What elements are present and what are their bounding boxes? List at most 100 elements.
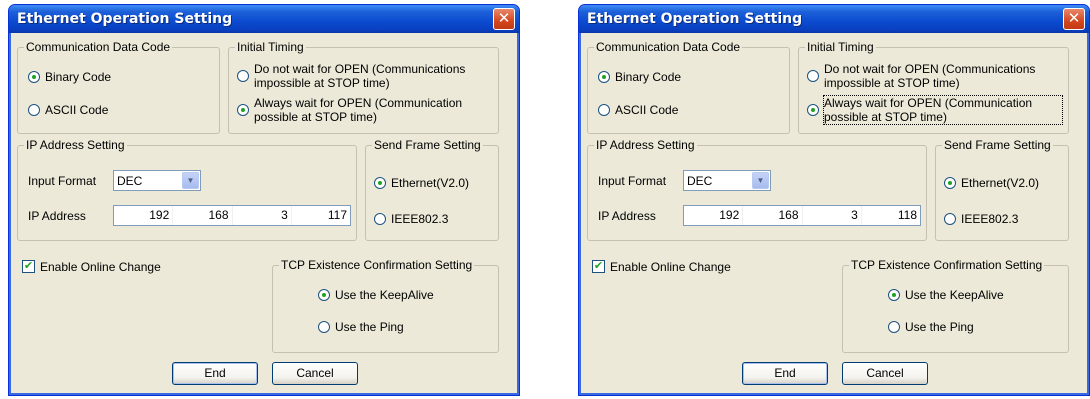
- radio-use-ping[interactable]: Use the Ping: [888, 320, 974, 334]
- radio-indicator[interactable]: [374, 177, 386, 189]
- checkbox-label: Enable Online Change: [40, 260, 161, 274]
- input-format-label: Input Format: [28, 174, 97, 188]
- radio-indicator[interactable]: [28, 104, 40, 116]
- radio-indicator[interactable]: [888, 289, 900, 301]
- group-legend: Send Frame Setting: [942, 138, 1053, 152]
- radio-ieee8023[interactable]: IEEE802.3: [944, 212, 1018, 226]
- select-value: DEC: [117, 174, 143, 188]
- radio-no-wait-open[interactable]: Do not wait for OPEN (Communications imp…: [237, 62, 492, 90]
- radio-always-wait-open[interactable]: Always wait for OPEN (Communication poss…: [237, 96, 492, 124]
- enable-online-change-checkbox[interactable]: ✔ Enable Online Change: [592, 260, 731, 274]
- radio-indicator[interactable]: [944, 177, 956, 189]
- radio-indicator[interactable]: [318, 321, 330, 333]
- radio-indicator[interactable]: [28, 71, 40, 83]
- group-tcp-confirmation: TCP Existence Confirmation Setting Use t…: [272, 258, 499, 353]
- radio-label: Binary Code: [45, 70, 112, 84]
- cancel-button[interactable]: Cancel: [842, 362, 928, 385]
- radio-label: Always wait for OPEN (Communication poss…: [823, 95, 1063, 125]
- ethernet-operation-dialog-2: Ethernet Operation Setting ✕ Communicati…: [578, 4, 1090, 396]
- radio-ethernet-v2[interactable]: Ethernet(V2.0): [944, 176, 1039, 190]
- group-tcp-confirmation: TCP Existence Confirmation Setting Use t…: [842, 258, 1069, 353]
- checkbox-label: Enable Online Change: [610, 260, 731, 274]
- group-legend: TCP Existence Confirmation Setting: [849, 258, 1045, 272]
- group-legend: Communication Data Code: [594, 40, 743, 54]
- checkmark-icon[interactable]: ✔: [592, 260, 605, 273]
- radio-label: Ethernet(V2.0): [391, 176, 470, 190]
- radio-label: IEEE802.3: [391, 212, 449, 226]
- radio-label: Binary Code: [615, 70, 682, 84]
- radio-ascii-code[interactable]: ASCII Code: [598, 103, 678, 117]
- radio-indicator[interactable]: [944, 213, 956, 225]
- checkmark-icon[interactable]: ✔: [22, 260, 35, 273]
- radio-no-wait-open[interactable]: Do not wait for OPEN (Communications imp…: [807, 62, 1062, 90]
- radio-use-ping[interactable]: Use the Ping: [318, 320, 404, 334]
- radio-indicator[interactable]: [807, 70, 819, 82]
- close-icon: ✕: [1067, 9, 1081, 27]
- radio-label: Use the Ping: [335, 320, 404, 334]
- ip-address-input[interactable]: 192 168 3 118: [683, 205, 921, 226]
- ip-octet-2[interactable]: 168: [173, 206, 233, 225]
- radio-binary-code[interactable]: Binary Code: [598, 70, 681, 84]
- radio-use-keepalive[interactable]: Use the KeepAlive: [318, 288, 434, 302]
- radio-ascii-code[interactable]: ASCII Code: [28, 103, 108, 117]
- group-legend: Communication Data Code: [24, 40, 173, 54]
- radio-indicator[interactable]: [237, 104, 249, 116]
- end-button[interactable]: End: [742, 362, 828, 385]
- radio-indicator[interactable]: [374, 213, 386, 225]
- input-format-select[interactable]: DEC ▼: [113, 170, 201, 191]
- title-bar[interactable]: Ethernet Operation Setting ✕: [579, 5, 1089, 33]
- input-format-label: Input Format: [598, 174, 667, 188]
- radio-label: Use the Ping: [905, 320, 974, 334]
- ip-address-label: IP Address: [28, 209, 86, 223]
- title-bar[interactable]: Ethernet Operation Setting ✕: [9, 5, 519, 33]
- ip-octet-1[interactable]: 192: [684, 206, 744, 225]
- radio-label: Use the KeepAlive: [905, 288, 1004, 302]
- radio-indicator[interactable]: [237, 70, 249, 82]
- group-send-frame-setting: Send Frame Setting Ethernet(V2.0) IEEE80…: [365, 138, 499, 241]
- radio-binary-code[interactable]: Binary Code: [28, 70, 111, 84]
- ip-octet-1[interactable]: 192: [114, 206, 174, 225]
- ip-address-input[interactable]: 192 168 3 117: [113, 205, 351, 226]
- radio-indicator[interactable]: [598, 104, 610, 116]
- radio-indicator[interactable]: [598, 71, 610, 83]
- radio-always-wait-open[interactable]: Always wait for OPEN (Communication poss…: [807, 95, 1063, 125]
- chevron-down-icon[interactable]: ▼: [752, 172, 769, 189]
- ip-octet-4[interactable]: 117: [292, 206, 350, 225]
- window-title: Ethernet Operation Setting: [587, 11, 803, 27]
- group-send-frame-setting: Send Frame Setting Ethernet(V2.0) IEEE80…: [935, 138, 1069, 241]
- enable-online-change-checkbox[interactable]: ✔ Enable Online Change: [22, 260, 161, 274]
- radio-indicator[interactable]: [807, 104, 819, 116]
- radio-label: Always wait for OPEN (Communication poss…: [254, 96, 463, 124]
- radio-label: IEEE802.3: [961, 212, 1019, 226]
- select-value: DEC: [687, 174, 713, 188]
- group-legend: Initial Timing: [805, 40, 876, 54]
- chevron-down-icon[interactable]: ▼: [182, 172, 199, 189]
- radio-label: Do not wait for OPEN (Communications imp…: [254, 62, 466, 90]
- group-communication-data-code: Communication Data Code Binary Code ASCI…: [17, 40, 220, 134]
- ethernet-operation-dialog-1: Ethernet Operation Setting ✕ Communicati…: [8, 4, 520, 396]
- radio-ethernet-v2[interactable]: Ethernet(V2.0): [374, 176, 469, 190]
- group-legend: TCP Existence Confirmation Setting: [279, 258, 475, 272]
- cancel-button[interactable]: Cancel: [272, 362, 358, 385]
- radio-label: ASCII Code: [45, 103, 109, 117]
- group-legend: IP Address Setting: [594, 138, 697, 152]
- close-icon: ✕: [497, 9, 511, 27]
- radio-indicator[interactable]: [888, 321, 900, 333]
- input-format-select[interactable]: DEC ▼: [683, 170, 771, 191]
- ip-octet-3[interactable]: 3: [233, 206, 292, 225]
- radio-use-keepalive[interactable]: Use the KeepAlive: [888, 288, 1004, 302]
- ip-address-label: IP Address: [598, 209, 656, 223]
- ip-octet-2[interactable]: 168: [743, 206, 803, 225]
- close-button[interactable]: ✕: [493, 8, 515, 30]
- group-ip-address-setting: IP Address Setting Input Format DEC ▼ IP…: [17, 138, 357, 241]
- ip-octet-4[interactable]: 118: [862, 206, 920, 225]
- group-initial-timing: Initial Timing Do not wait for OPEN (Com…: [228, 40, 499, 134]
- ip-octet-3[interactable]: 3: [803, 206, 862, 225]
- radio-indicator[interactable]: [318, 289, 330, 301]
- close-button[interactable]: ✕: [1063, 8, 1085, 30]
- radio-ieee8023[interactable]: IEEE802.3: [374, 212, 448, 226]
- window-title: Ethernet Operation Setting: [17, 11, 233, 27]
- group-legend: Initial Timing: [235, 40, 306, 54]
- end-button[interactable]: End: [172, 362, 258, 385]
- radio-label: ASCII Code: [615, 103, 679, 117]
